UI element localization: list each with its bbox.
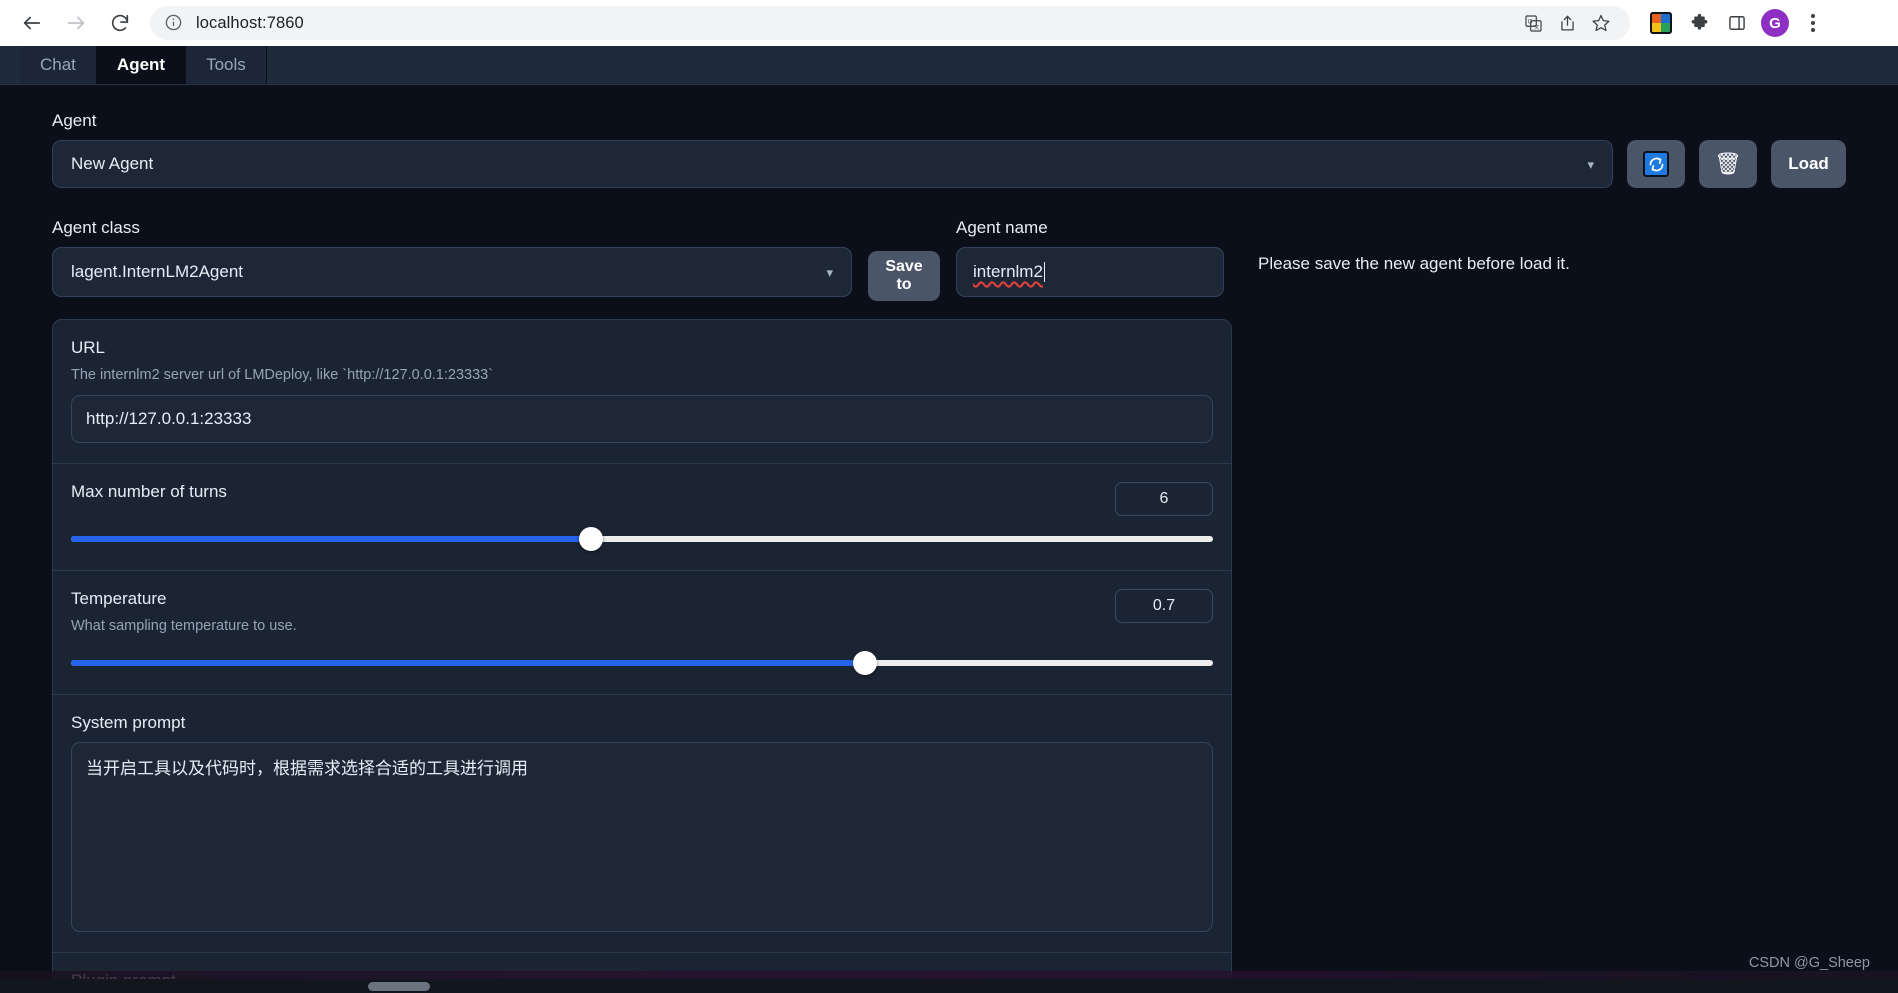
tab-agent[interactable]: Agent bbox=[96, 46, 187, 84]
browser-extension-icons: G bbox=[1644, 6, 1830, 40]
forward-arrow-icon[interactable] bbox=[58, 5, 94, 41]
url-label: URL bbox=[71, 338, 106, 357]
back-arrow-icon[interactable] bbox=[14, 5, 50, 41]
agent-dropdown[interactable]: New Agent ▾ bbox=[52, 140, 1613, 188]
slider-fill bbox=[71, 536, 591, 542]
url-description: The internlm2 server url of LMDeploy, li… bbox=[71, 367, 494, 383]
scrollbar-thumb[interactable] bbox=[368, 982, 430, 991]
save-to-button[interactable]: Save to bbox=[868, 251, 940, 301]
bookmark-star-icon[interactable] bbox=[1586, 8, 1616, 38]
omnibox-icons: G文 bbox=[1518, 8, 1616, 38]
refresh-icon bbox=[1643, 151, 1669, 177]
max-turns-label: Max number of turns bbox=[71, 482, 227, 501]
temperature-labels: Temperature What sampling temperature to… bbox=[71, 589, 297, 634]
temperature-header: Temperature What sampling temperature to… bbox=[71, 589, 1213, 634]
slider-fill bbox=[71, 660, 865, 666]
url-input[interactable]: http://127.0.0.1:23333 bbox=[71, 395, 1213, 443]
max-turns-slider[interactable] bbox=[71, 527, 1213, 551]
agent-class-label: Agent class bbox=[52, 218, 140, 237]
agent-name-value: internlm2 bbox=[973, 262, 1043, 281]
load-button[interactable]: Load bbox=[1771, 140, 1846, 188]
max-turns-section: Max number of turns 6 bbox=[53, 464, 1231, 571]
temperature-value[interactable]: 0.7 bbox=[1115, 589, 1213, 623]
delete-button[interactable]: 🗑 bbox=[1699, 140, 1757, 188]
extension-thumbnail-icon[interactable] bbox=[1644, 6, 1678, 40]
url-section: URL The internlm2 server url of LMDeploy… bbox=[53, 320, 1231, 464]
max-turns-value[interactable]: 6 bbox=[1115, 482, 1213, 516]
agent-dropdown-value: New Agent bbox=[71, 154, 154, 173]
agent-class-value: lagent.InternLM2Agent bbox=[71, 262, 244, 281]
agent-class-dropdown[interactable]: lagent.InternLM2Agent ▾ bbox=[52, 247, 852, 297]
tab-bar: Chat Agent Tools bbox=[0, 46, 1898, 85]
temperature-description: What sampling temperature to use. bbox=[71, 618, 297, 634]
chevron-down-icon: ▾ bbox=[1587, 156, 1594, 172]
agent-name-field: Agent name internlm2 bbox=[956, 218, 1224, 297]
slider-thumb[interactable] bbox=[578, 527, 603, 551]
extensions-puzzle-icon[interactable] bbox=[1682, 6, 1716, 40]
temperature-slider[interactable] bbox=[71, 651, 1213, 675]
avatar[interactable]: G bbox=[1758, 6, 1792, 40]
page-content: Agent New Agent ▾ 🗑 Load Agent class lag… bbox=[0, 85, 1898, 993]
tab-bar-filler bbox=[266, 46, 1898, 84]
translate-icon[interactable]: G文 bbox=[1518, 8, 1548, 38]
system-prompt-section: System prompt 当开启工具以及代码时，根据需求选择合适的工具进行调用 bbox=[53, 695, 1231, 953]
max-turns-header: Max number of turns 6 bbox=[71, 482, 1213, 516]
browser-toolbar: localhost:7860 G文 G bbox=[0, 0, 1898, 46]
svg-text:文: 文 bbox=[1533, 23, 1539, 31]
agent-class-row: Agent class lagent.InternLM2Agent ▾ Save… bbox=[52, 218, 1846, 301]
watermark: CSDN @G_Sheep bbox=[1748, 955, 1870, 971]
system-prompt-textarea[interactable]: 当开启工具以及代码时，根据需求选择合适的工具进行调用 bbox=[71, 742, 1213, 932]
status-message: Please save the new agent before load it… bbox=[1258, 254, 1570, 273]
side-panel-icon[interactable] bbox=[1720, 6, 1754, 40]
agent-field: Agent New Agent ▾ bbox=[52, 111, 1613, 188]
agent-class-field: Agent class lagent.InternLM2Agent ▾ bbox=[52, 218, 852, 297]
svg-text:G: G bbox=[1527, 18, 1532, 25]
agent-label: Agent bbox=[52, 111, 97, 130]
navigation-buttons bbox=[14, 5, 138, 41]
reload-icon[interactable] bbox=[102, 5, 138, 41]
profile-initial: G bbox=[1761, 9, 1789, 37]
url-text: localhost:7860 bbox=[196, 13, 304, 32]
trash-icon: 🗑 bbox=[1714, 151, 1742, 176]
three-dot-menu-icon[interactable] bbox=[1796, 6, 1830, 40]
agent-name-label: Agent name bbox=[956, 218, 1048, 237]
slider-thumb[interactable] bbox=[852, 651, 877, 675]
settings-panel: URL The internlm2 server url of LMDeploy… bbox=[52, 319, 1232, 993]
bottom-gradient bbox=[0, 971, 1898, 979]
app-root: Chat Agent Tools Agent New Agent ▾ 🗑 Loa… bbox=[0, 46, 1898, 993]
site-info-icon[interactable] bbox=[164, 13, 184, 33]
tab-tools[interactable]: Tools bbox=[186, 46, 267, 84]
horizontal-scrollbar[interactable] bbox=[0, 979, 1898, 993]
agent-name-input[interactable]: internlm2 bbox=[956, 247, 1224, 297]
text-cursor bbox=[1043, 262, 1046, 282]
temperature-label: Temperature bbox=[71, 589, 167, 608]
tab-chat[interactable]: Chat bbox=[20, 46, 97, 84]
agent-selector-row: Agent New Agent ▾ 🗑 Load bbox=[52, 111, 1846, 188]
temperature-section: Temperature What sampling temperature to… bbox=[53, 571, 1231, 695]
chevron-down-icon: ▾ bbox=[826, 264, 833, 280]
share-icon[interactable] bbox=[1552, 8, 1582, 38]
system-prompt-label: System prompt bbox=[71, 713, 186, 732]
address-bar[interactable]: localhost:7860 G文 bbox=[150, 6, 1630, 40]
refresh-button[interactable] bbox=[1627, 140, 1685, 188]
